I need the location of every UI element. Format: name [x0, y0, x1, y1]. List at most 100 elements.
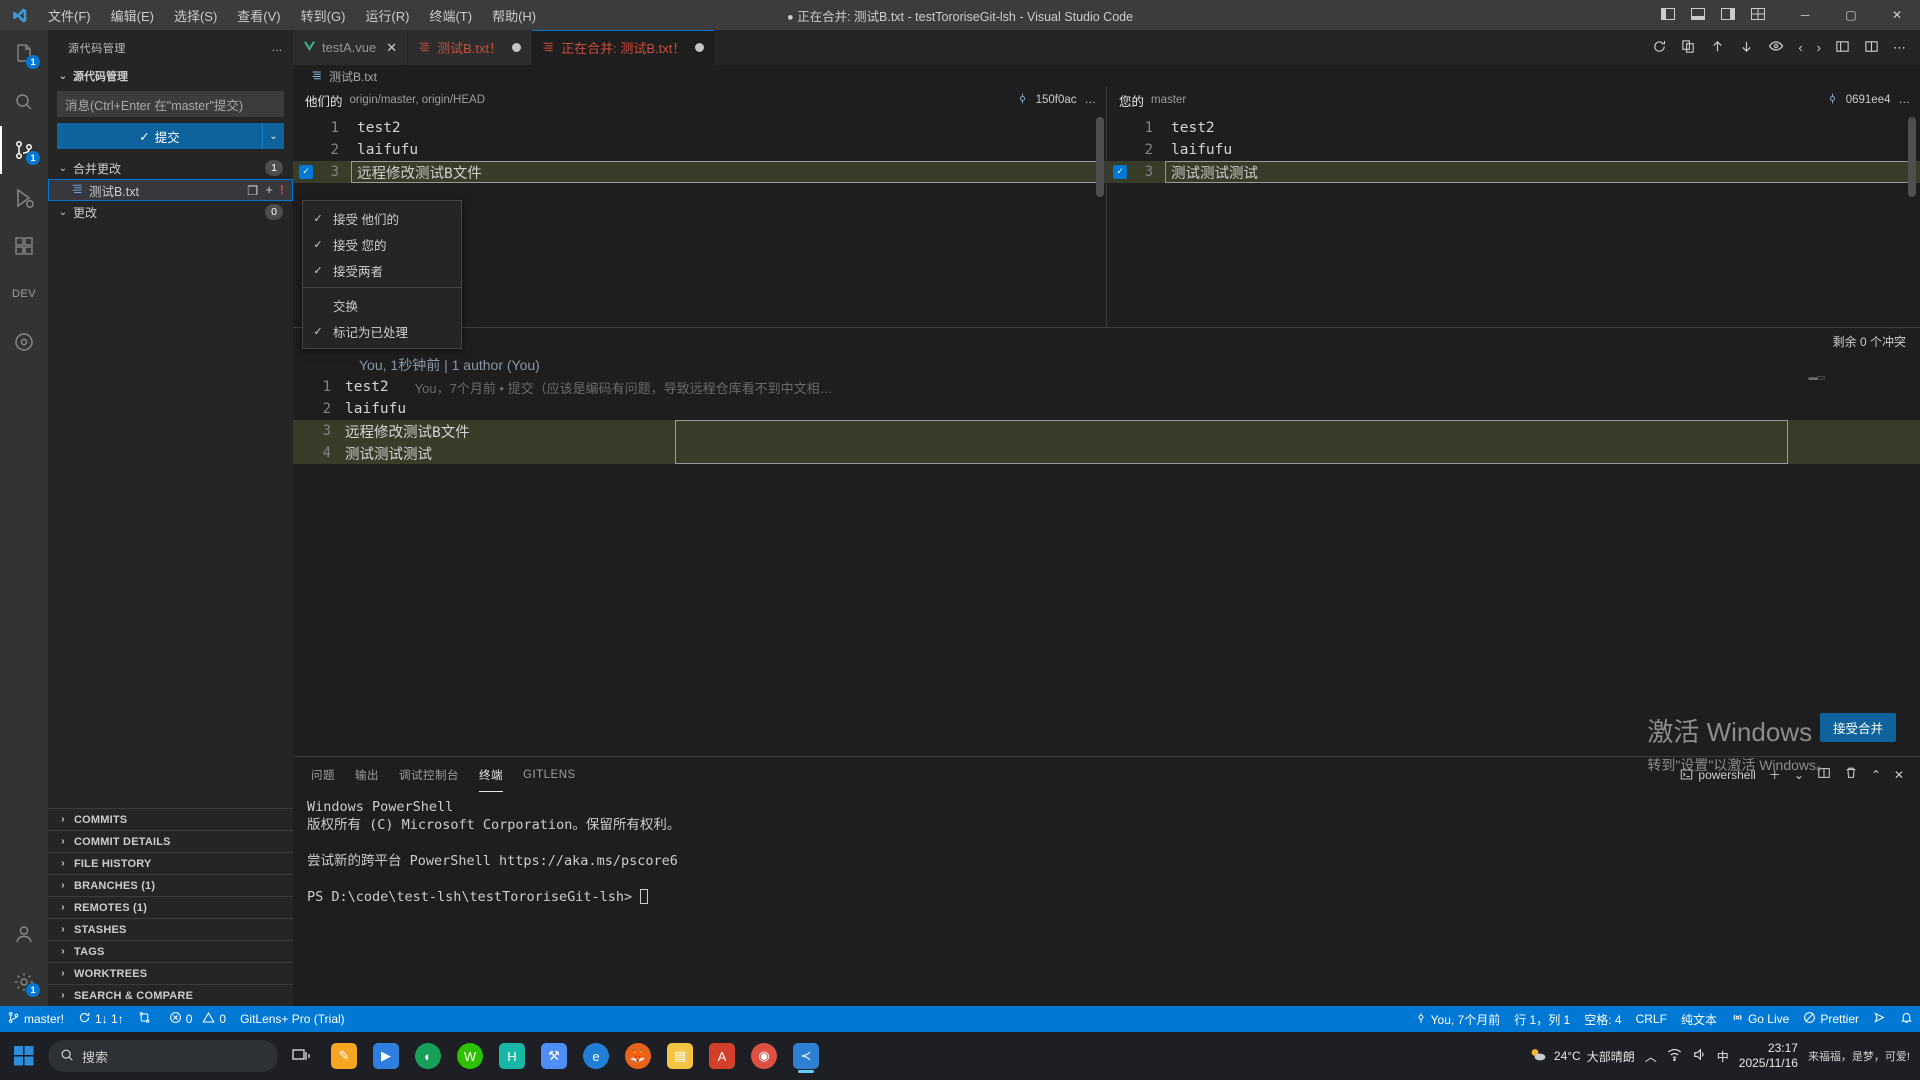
- tab-dirty-dot-icon[interactable]: [695, 43, 705, 52]
- status-blame[interactable]: You, 7个月前: [1408, 1006, 1508, 1032]
- activity-extensions[interactable]: [0, 222, 48, 270]
- menu-terminal[interactable]: 终端(T): [419, 3, 482, 28]
- sidebar-item-tags[interactable]: › TAGS: [48, 940, 293, 962]
- minimap[interactable]: ▬▭: [1808, 372, 1824, 383]
- tab-testB-txt[interactable]: 测试B.txt！: [408, 30, 533, 65]
- tab-testA-vue[interactable]: testA.vue ✕: [293, 30, 409, 65]
- eye-icon[interactable]: [1768, 38, 1784, 57]
- terminal-dropdown-icon[interactable]: ⌄: [1794, 768, 1804, 782]
- sidebar-item-branches[interactable]: › BRANCHES (1): [48, 874, 293, 896]
- taskbar-app-h[interactable]: H: [492, 1036, 532, 1076]
- commit-message-input[interactable]: 消息(Ctrl+Enter 在"master"提交): [57, 91, 284, 117]
- group-merge-changes[interactable]: ⌄ 合并更改 1: [48, 157, 293, 179]
- breadcrumb[interactable]: 测试B.txt: [293, 65, 1920, 87]
- panel-tab-gitlens[interactable]: GITLENS: [523, 757, 576, 792]
- activity-settings[interactable]: 1: [0, 958, 48, 1006]
- taskbar-app-media[interactable]: ▶: [366, 1036, 406, 1076]
- tab-merging-testB-txt[interactable]: 正在合并: 测试B.txt！: [532, 30, 716, 65]
- activity-source-control[interactable]: 1: [0, 126, 48, 174]
- status-git-compare[interactable]: [131, 1006, 162, 1032]
- sidebar-more-icon[interactable]: …: [271, 42, 283, 54]
- theirs-more-icon[interactable]: …: [1085, 94, 1097, 106]
- start-button[interactable]: [0, 1046, 48, 1066]
- scm-section-header[interactable]: ⌄ 源代码管理: [48, 65, 293, 87]
- status-go-live[interactable]: Go Live: [1724, 1006, 1796, 1032]
- sidebar-item-file-history[interactable]: › FILE HISTORY: [48, 852, 293, 874]
- result-code[interactable]: You, 1秒钟前 | 1 author (You) 1 test2 You，7…: [293, 354, 1920, 756]
- status-notifications[interactable]: [1893, 1006, 1920, 1032]
- status-cursor-position[interactable]: 行 1，列 1: [1507, 1006, 1577, 1032]
- accept-theirs-checkbox[interactable]: ✓: [293, 165, 319, 179]
- group-changes[interactable]: ⌄ 更改 0: [48, 201, 293, 223]
- status-problems[interactable]: 0 0: [162, 1006, 233, 1032]
- accept-yours-checkbox[interactable]: ✓: [1107, 165, 1133, 179]
- tray-chevron-up-icon[interactable]: ︿: [1645, 1048, 1657, 1065]
- close-tab-icon[interactable]: ✕: [386, 40, 397, 56]
- taskbar-app-edge[interactable]: e: [576, 1036, 616, 1076]
- taskbar-app-tools[interactable]: ⚒: [534, 1036, 574, 1076]
- taskbar-app-vscode[interactable]: ≺: [786, 1036, 826, 1076]
- terminal-shell-selector[interactable]: powershell: [1680, 768, 1756, 782]
- scm-file-row[interactable]: 测试B.txt ❐ + !: [48, 179, 293, 201]
- customize-layout-icon[interactable]: [1750, 6, 1766, 25]
- accept-merge-button[interactable]: 接受合并: [1819, 713, 1896, 742]
- taskbar-clock[interactable]: 23:17 2025/11/16: [1739, 1041, 1798, 1071]
- taskbar-task-view[interactable]: [282, 1036, 322, 1076]
- maximize-button[interactable]: ▢: [1828, 0, 1874, 30]
- sidebar-item-search-compare[interactable]: › SEARCH & COMPARE: [48, 984, 293, 1006]
- arrow-up-icon[interactable]: [1710, 39, 1725, 57]
- menu-run[interactable]: 运行(R): [355, 3, 419, 28]
- maximize-panel-icon[interactable]: ⌃: [1871, 768, 1881, 782]
- sidebar-item-worktrees[interactable]: › WORKTREES: [48, 962, 293, 984]
- tray-ime-indicator[interactable]: 中: [1717, 1048, 1729, 1065]
- tray-volume-icon[interactable]: [1692, 1047, 1707, 1065]
- activity-run-debug[interactable]: [0, 174, 48, 222]
- status-language-mode[interactable]: 纯文本: [1674, 1006, 1724, 1032]
- ctx-mark-as-handled[interactable]: ✓ 标记为已处理: [303, 318, 461, 344]
- close-button[interactable]: ✕: [1874, 0, 1920, 30]
- status-eol[interactable]: CRLF: [1629, 1006, 1674, 1032]
- status-gitlens-pro[interactable]: GitLens+ Pro (Trial): [233, 1006, 352, 1032]
- split-terminal-icon[interactable]: [1817, 766, 1831, 783]
- kill-terminal-icon[interactable]: [1844, 766, 1858, 783]
- taskbar-app-browser[interactable]: ◐: [408, 1036, 448, 1076]
- menu-view[interactable]: 查看(V): [227, 3, 290, 28]
- menu-selection[interactable]: 选择(S): [164, 3, 227, 28]
- ctx-accept-theirs[interactable]: ✓ 接受 他们的: [303, 205, 461, 231]
- panel-tab-terminal[interactable]: 终端: [479, 757, 503, 792]
- ctx-swap[interactable]: 交换: [303, 292, 461, 318]
- arrow-down-icon[interactable]: [1739, 39, 1754, 57]
- chevron-left-icon[interactable]: ‹: [1798, 40, 1802, 55]
- more-actions-icon[interactable]: ⋯: [1893, 40, 1906, 56]
- panel-tab-debug-console[interactable]: 调试控制台: [399, 757, 459, 792]
- taskbar-app-explorer[interactable]: ▤: [660, 1036, 700, 1076]
- theirs-scrollbar[interactable]: [1096, 117, 1104, 197]
- menu-file[interactable]: 文件(F): [38, 3, 101, 28]
- open-changes-icon[interactable]: [1681, 39, 1696, 57]
- reload-icon[interactable]: [1652, 39, 1667, 57]
- activity-dev-label[interactable]: DEV: [0, 270, 48, 318]
- new-terminal-icon[interactable]: ＋: [1769, 766, 1781, 783]
- status-feedback[interactable]: [1866, 1006, 1893, 1032]
- chevron-right-icon[interactable]: ›: [1817, 40, 1821, 55]
- commit-button[interactable]: ✓ 提交: [57, 123, 262, 149]
- activity-accounts[interactable]: [0, 910, 48, 958]
- taskbar-app-notes[interactable]: ✎: [324, 1036, 364, 1076]
- split-editor-icon[interactable]: [1864, 39, 1879, 57]
- status-indentation[interactable]: 空格: 4: [1577, 1006, 1628, 1032]
- activity-search[interactable]: [0, 78, 48, 126]
- tab-dirty-dot-icon[interactable]: [512, 43, 522, 52]
- terminal-output[interactable]: Windows PowerShell 版权所有 (C) Microsoft Co…: [293, 792, 1920, 1006]
- menu-help[interactable]: 帮助(H): [482, 3, 546, 28]
- tray-network-icon[interactable]: [1667, 1047, 1682, 1065]
- panel-tab-output[interactable]: 输出: [355, 757, 379, 792]
- commit-dropdown-button[interactable]: ⌄: [262, 123, 284, 149]
- activity-explorer[interactable]: 1: [0, 30, 48, 78]
- menu-go[interactable]: 转到(G): [291, 3, 356, 28]
- toggle-panel-icon[interactable]: [1690, 6, 1706, 25]
- sidebar-item-stashes[interactable]: › STASHES: [48, 918, 293, 940]
- status-sync[interactable]: 1↓ 1↑: [71, 1006, 131, 1032]
- status-branch[interactable]: master!: [0, 1006, 71, 1032]
- yours-code[interactable]: 1 test2 2 laifufu ✓ 3 测试测试测试: [1107, 113, 1920, 327]
- ctx-accept-both[interactable]: ✓ 接受两者: [303, 257, 461, 283]
